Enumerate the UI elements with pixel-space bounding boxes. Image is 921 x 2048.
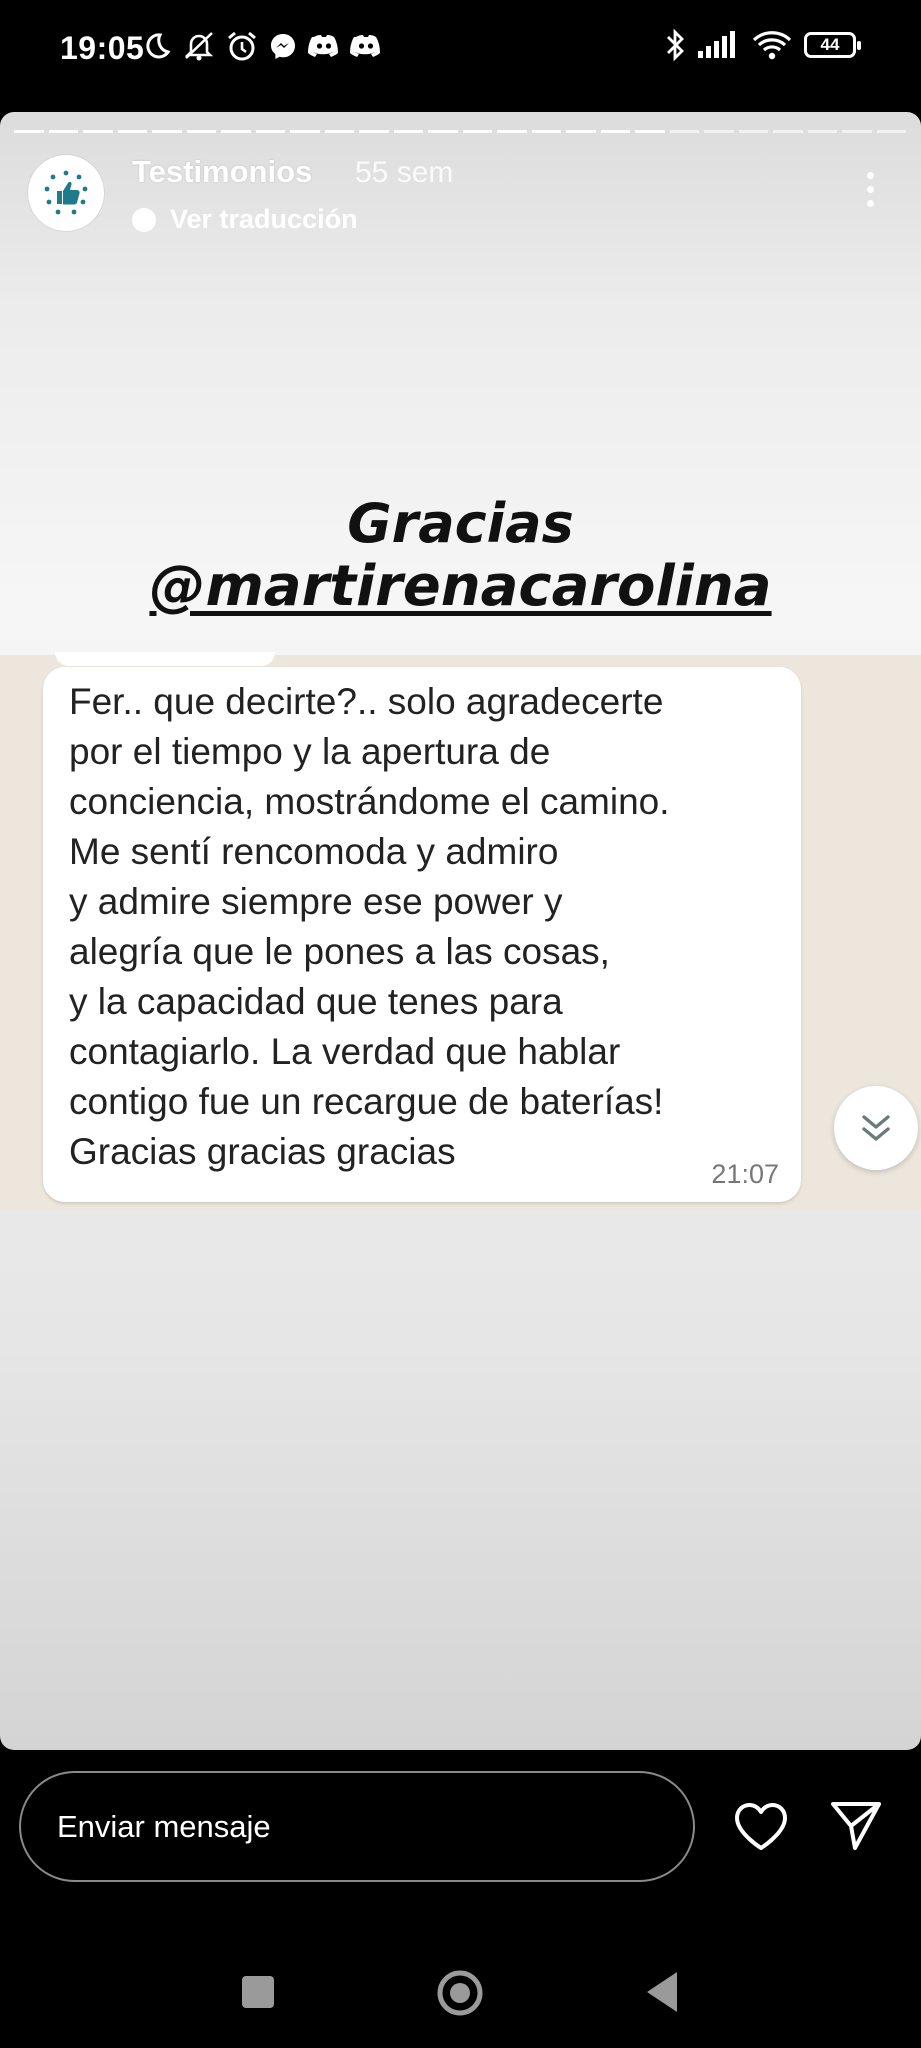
translate-label: Ver traducción: [170, 204, 358, 234]
progress-segment: [531, 130, 561, 133]
progress-segment: [428, 130, 458, 133]
story-viewer[interactable]: Testimonios 55 sem Ver traducción Gracia…: [0, 112, 921, 1750]
progress-segment: [255, 130, 285, 133]
battery-icon: 44: [804, 32, 861, 58]
progress-segment: [566, 130, 596, 133]
message-line: alegría que le pones a las cosas,: [69, 931, 610, 972]
status-icons-left: [142, 30, 382, 62]
moon-icon: [142, 31, 172, 61]
translate-icon: [132, 207, 156, 232]
progress-segment: [359, 130, 389, 133]
discord-icon: [350, 33, 382, 59]
story-progress-bar: [14, 130, 906, 134]
status-time: 19:05: [60, 30, 145, 66]
story-timestamp: 55 sem: [355, 156, 454, 189]
message-line: Fer.. que decirte?.. solo agradecerte: [69, 681, 664, 722]
status-icons-right: 44: [664, 28, 861, 62]
progress-segment: [704, 130, 734, 133]
progress-segment: [738, 130, 768, 133]
progress-segment: [14, 130, 44, 133]
avatar[interactable]: [28, 155, 104, 231]
message-line: contagiarlo. La verdad que hablar: [69, 1031, 621, 1072]
alarm-icon: [226, 30, 258, 62]
recents-button[interactable]: [242, 1976, 274, 2008]
scroll-down-icon: [834, 1086, 918, 1170]
progress-segment: [807, 130, 837, 133]
progress-segment: [842, 130, 872, 133]
progress-segment: [117, 130, 147, 133]
message-line: Me sentí rencomoda y admiro: [69, 831, 559, 872]
home-button[interactable]: [436, 1969, 484, 2022]
discord-icon: [308, 33, 340, 59]
thumbs-up-stars-icon: [44, 170, 88, 215]
progress-segment: [635, 130, 665, 133]
message-line: Gracias gracias gracias: [69, 1131, 456, 1172]
progress-segment: [773, 130, 803, 133]
story-mention[interactable]: @martirenacarolina: [0, 554, 921, 619]
story-username[interactable]: Testimonios: [132, 154, 312, 190]
message-line: y admire siempre ese power y: [69, 881, 563, 922]
progress-segment: [221, 130, 251, 133]
progress-segment: [462, 130, 492, 133]
progress-segment: [152, 130, 182, 133]
message-time: 21:07: [711, 1159, 779, 1189]
mute-icon: [182, 30, 216, 62]
more-options-icon[interactable]: [865, 172, 875, 207]
message-line: contigo fue un recargue de baterías!: [69, 1081, 664, 1122]
signal-icon: [698, 31, 740, 59]
progress-segment: [876, 130, 906, 133]
send-icon[interactable]: [829, 1800, 883, 1857]
like-heart-icon[interactable]: [733, 1802, 789, 1857]
message-input-placeholder: Enviar mensaje: [57, 1809, 271, 1844]
progress-segment: [83, 130, 113, 133]
system-navigation-bar: [0, 1940, 921, 2048]
progress-segment: [48, 130, 78, 133]
message-line: conciencia, mostrándome el camino.: [69, 781, 670, 822]
progress-segment: [290, 130, 320, 133]
story-heading: Gracias: [347, 492, 574, 555]
bluetooth-icon: [664, 28, 686, 62]
progress-segment: [497, 130, 527, 133]
translate-link[interactable]: Ver traducción: [132, 204, 358, 235]
message-bubble: Fer.. que decirte?.. solo agradecerte po…: [43, 667, 801, 1202]
messenger-icon: [268, 31, 298, 61]
progress-segment: [600, 130, 630, 133]
message-line: y la capacidad que tenes para: [69, 981, 563, 1022]
back-button[interactable]: [645, 1970, 679, 2019]
status-bar: 19:05 44: [0, 0, 921, 105]
progress-segment: [324, 130, 354, 133]
wifi-icon: [752, 30, 792, 60]
progress-segment: [669, 130, 699, 133]
message-input[interactable]: Enviar mensaje: [19, 1771, 695, 1882]
previous-bubble: [55, 652, 275, 666]
progress-segment: [186, 130, 216, 133]
message-line: por el tiempo y la apertura de: [69, 731, 551, 772]
progress-segment: [393, 130, 423, 133]
